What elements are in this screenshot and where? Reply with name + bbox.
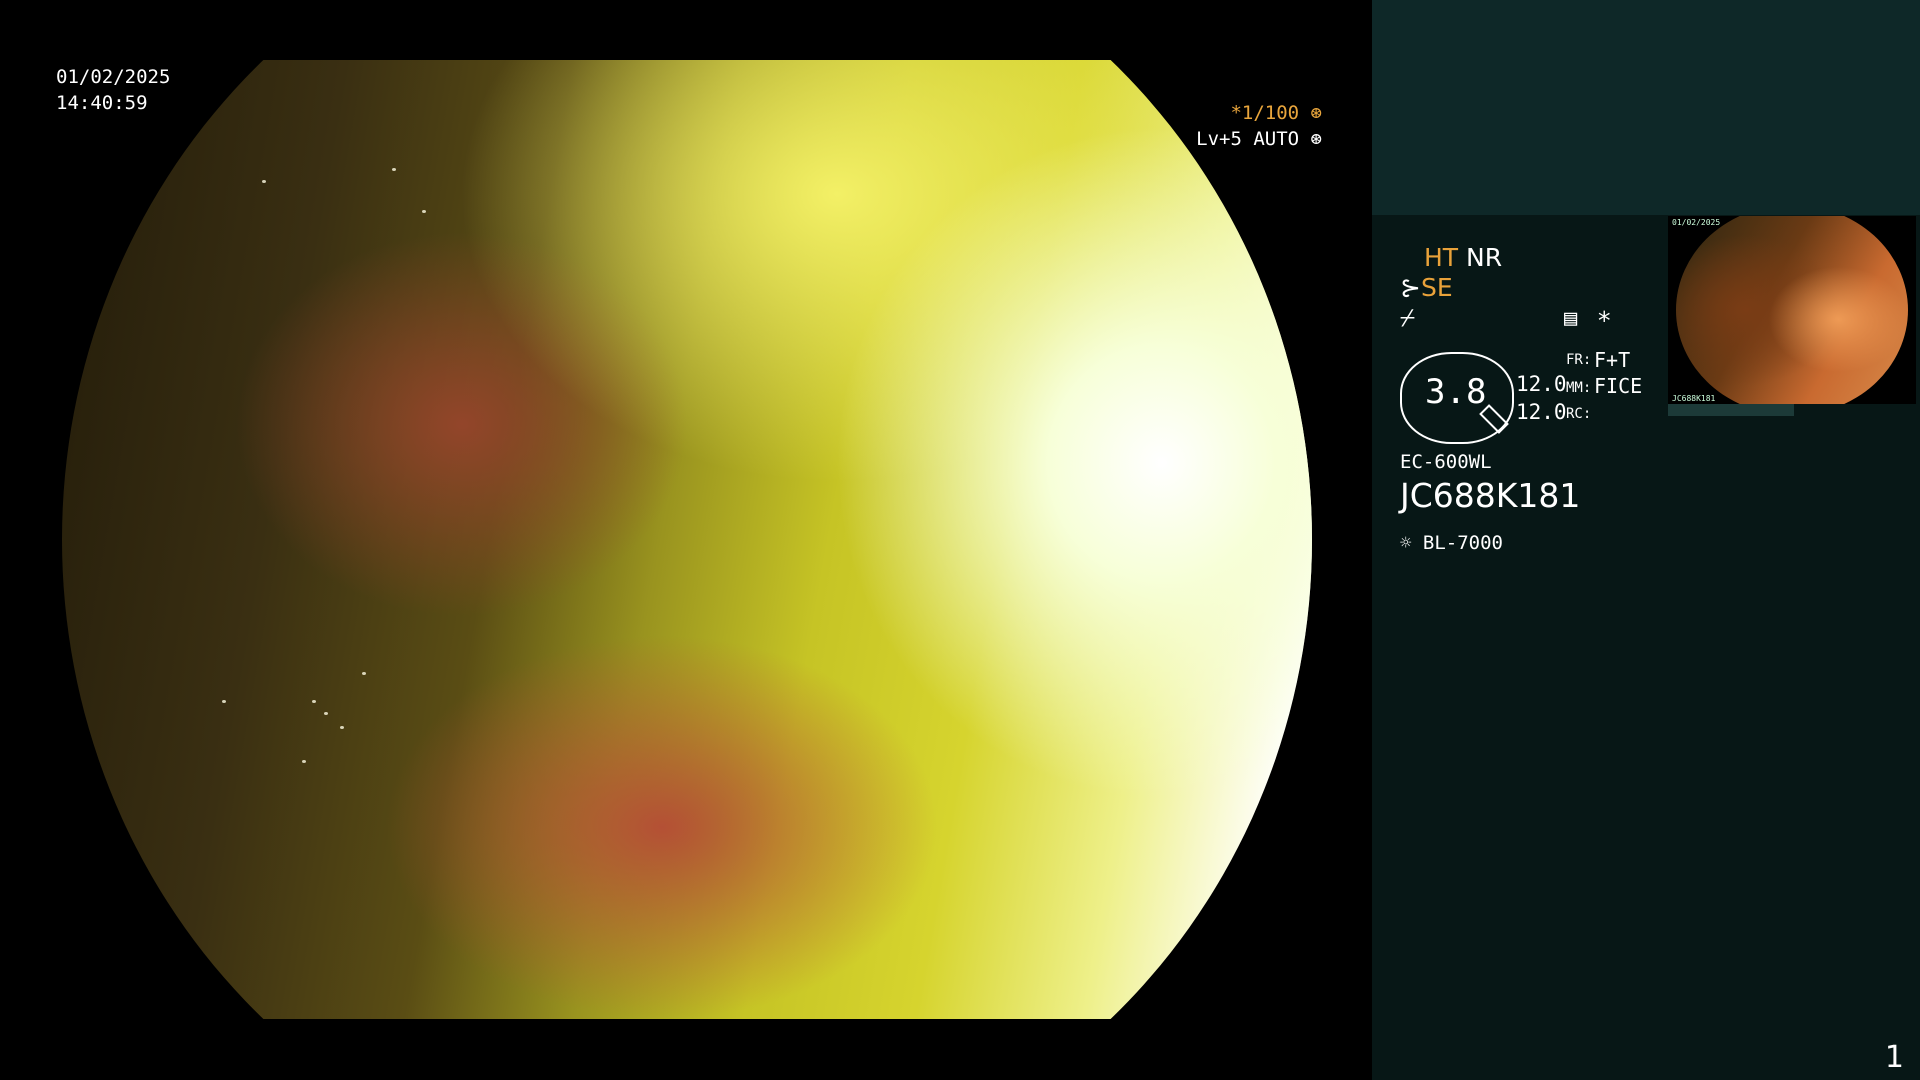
endoscope-view (0, 0, 1372, 1080)
mm-label: MM: (1566, 380, 1592, 396)
asterisk-label: * (1598, 306, 1611, 335)
lightning-icon: ⌿ (1400, 303, 1416, 332)
value-one: 12.0 (1516, 372, 1567, 396)
settings-icon: ▤ (1564, 306, 1578, 331)
settings-row: HT NR (1424, 243, 1502, 272)
thumbnail-bar (1668, 404, 1794, 416)
rc-label: RC: (1566, 406, 1592, 422)
scope-icon: ⊱ (1400, 273, 1421, 302)
shutter-speed: *1/100 (1230, 102, 1300, 124)
ht-label: HT (1424, 243, 1459, 272)
se-row: ⊱SE (1400, 273, 1453, 302)
fr-label: FR: (1566, 352, 1592, 368)
thumbnail-date: 01/02/2025 (1672, 218, 1721, 227)
date-time-stamp: 01/02/2025 14:40:59 (56, 64, 170, 116)
info-panel-header (1372, 0, 1920, 215)
endoscopic-image (62, 60, 1312, 1019)
thumbnail-serial: JC688K181 (1672, 394, 1716, 403)
thumbnail-image[interactable]: 01/02/2025 JC688K181 (1668, 216, 1916, 404)
fr-value: F+T (1594, 348, 1631, 372)
mm-value: FICE (1594, 374, 1643, 398)
sun-icon: ☼ (1400, 532, 1412, 554)
time-label: 14:40:59 (56, 92, 148, 114)
exposure-readout: *1/100 ⊛ Lv+5 AUTO ⊛ (1196, 100, 1322, 152)
aperture-icon: ⊛ (1310, 102, 1322, 124)
scope-serial: JC688K181 (1400, 476, 1581, 515)
light-source-row: ☼ BL-7000 (1400, 532, 1503, 554)
date-label: 01/02/2025 (56, 66, 171, 88)
scope-model: EC-600WL (1400, 451, 1492, 473)
light-source-label: BL-7000 (1422, 532, 1503, 554)
aperture-icon: ⊛ (1310, 128, 1322, 150)
zoom-value: 3.8 (1425, 372, 1487, 412)
brightness-level: Lv+5 AUTO (1196, 128, 1300, 150)
value-two: 12.0 (1516, 400, 1567, 424)
thumbnail-view (1676, 216, 1908, 404)
page-number: 1 (1884, 1040, 1904, 1075)
nr-label: NR (1466, 243, 1503, 272)
se-label: SE (1420, 273, 1453, 302)
